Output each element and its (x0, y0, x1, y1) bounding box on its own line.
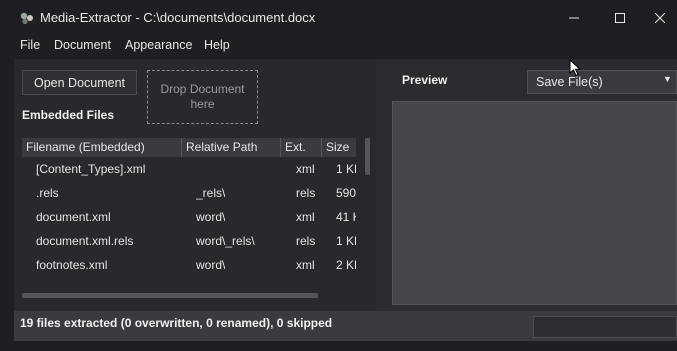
cell-filename: document.xml (36, 210, 111, 224)
cell-path: _rels\ (196, 186, 226, 200)
minimize-button[interactable] (551, 0, 597, 35)
drop-zone-text-line1: Drop Document (160, 82, 245, 96)
cell-size: 41 KB (336, 210, 356, 224)
table-row[interactable]: document.xml.rels word\_rels\ rels 1 KB (22, 229, 356, 253)
status-progress-field (533, 316, 677, 338)
status-text: 19 files extracted (0 overwritten, 0 ren… (20, 316, 333, 330)
preview-area (392, 101, 677, 305)
column-header-filename[interactable]: Filename (Embedded) (22, 138, 182, 157)
cell-path: word\ (196, 258, 226, 272)
table-header: Filename (Embedded) Relative Path Ext. S… (22, 138, 356, 157)
cell-size: 590 (336, 186, 356, 200)
table-row[interactable]: footnotes.xml word\ xml 2 KB (22, 253, 356, 277)
menu-document[interactable]: Document (54, 38, 111, 52)
minimize-icon (569, 17, 579, 18)
cell-size: 1 KB (336, 162, 356, 176)
mouse-cursor-icon (569, 59, 581, 77)
cell-ext: xml (296, 162, 315, 176)
save-files-dropdown[interactable]: Save File(s) (527, 70, 677, 94)
table-row[interactable]: .rels _rels\ rels 590 (22, 181, 356, 205)
cell-filename: footnotes.xml (36, 258, 108, 272)
cell-ext: rels (296, 186, 316, 200)
chevron-down-icon[interactable]: ▼ (663, 74, 672, 84)
menu-file[interactable]: File (20, 38, 40, 52)
drop-zone[interactable]: Drop Document here (147, 70, 258, 124)
menu-help[interactable]: Help (204, 38, 230, 52)
table-row[interactable]: [Content_Types].xml xml 1 KB (22, 157, 356, 181)
table-row[interactable]: document.xml word\ xml 41 KB (22, 205, 356, 229)
cell-size: 1 KB (336, 234, 356, 248)
maximize-button[interactable] (597, 0, 643, 35)
embedded-files-table[interactable]: Filename (Embedded) Relative Path Ext. S… (22, 138, 356, 284)
app-logo-icon (20, 12, 33, 25)
cell-filename: document.xml.rels (36, 234, 134, 248)
table-vertical-scrollbar[interactable] (365, 138, 370, 175)
drop-zone-text-line2: here (190, 97, 215, 111)
preview-heading: Preview (402, 73, 448, 87)
column-header-ext[interactable]: Ext. (281, 138, 322, 157)
cell-ext: xml (296, 258, 315, 272)
cell-size: 2 KB (336, 258, 356, 272)
close-icon (655, 12, 665, 23)
window-bottom-edge (0, 341, 677, 351)
cell-ext: xml (296, 210, 315, 224)
menu-appearance[interactable]: Appearance (125, 38, 192, 52)
cell-path: word\ (196, 210, 226, 224)
open-document-button[interactable]: Open Document (22, 70, 137, 95)
table-horizontal-scrollbar[interactable] (22, 293, 318, 298)
cell-filename: .rels (36, 186, 59, 200)
window-title: Media-Extractor - C:\documents\document.… (40, 10, 316, 25)
embedded-files-heading: Embedded Files (22, 108, 115, 122)
cell-filename: [Content_Types].xml (36, 162, 146, 176)
maximize-icon (615, 12, 625, 23)
close-button[interactable] (643, 0, 677, 35)
column-header-size[interactable]: Size (322, 138, 356, 157)
cell-ext: rels (296, 234, 316, 248)
column-header-relative-path[interactable]: Relative Path (182, 138, 281, 157)
cell-path: word\_rels\ (196, 234, 255, 248)
